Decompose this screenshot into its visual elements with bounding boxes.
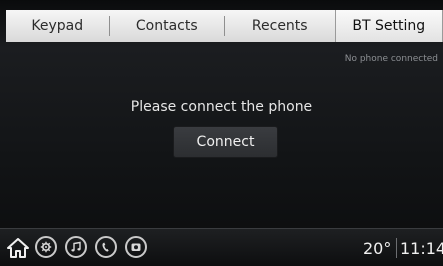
tab-bt-setting[interactable]: BT Setting [335,10,443,42]
settings-icon[interactable] [35,236,57,258]
temperature-readout: 20° [363,239,391,258]
clock: 11:14 [400,239,443,258]
music-icon[interactable] [65,236,87,258]
tab-bar: Keypad Contacts Recents BT Setting [6,10,443,42]
tab-keypad[interactable]: Keypad [6,10,109,42]
camera-icon[interactable] [125,236,147,258]
phone-icon[interactable] [95,236,117,258]
connect-button[interactable]: Connect [174,127,277,157]
connection-status: No phone connected [345,54,438,64]
connect-prompt: Please connect the phone [0,99,443,115]
bottom-bar: 20° 11:14 [0,228,443,266]
status-divider [396,238,397,258]
tab-contacts[interactable]: Contacts [110,10,224,42]
tab-recents[interactable]: Recents [225,10,335,42]
home-icon[interactable] [7,238,29,258]
phone-screen: Keypad Contacts Recents BT Setting No ph… [0,0,443,265]
